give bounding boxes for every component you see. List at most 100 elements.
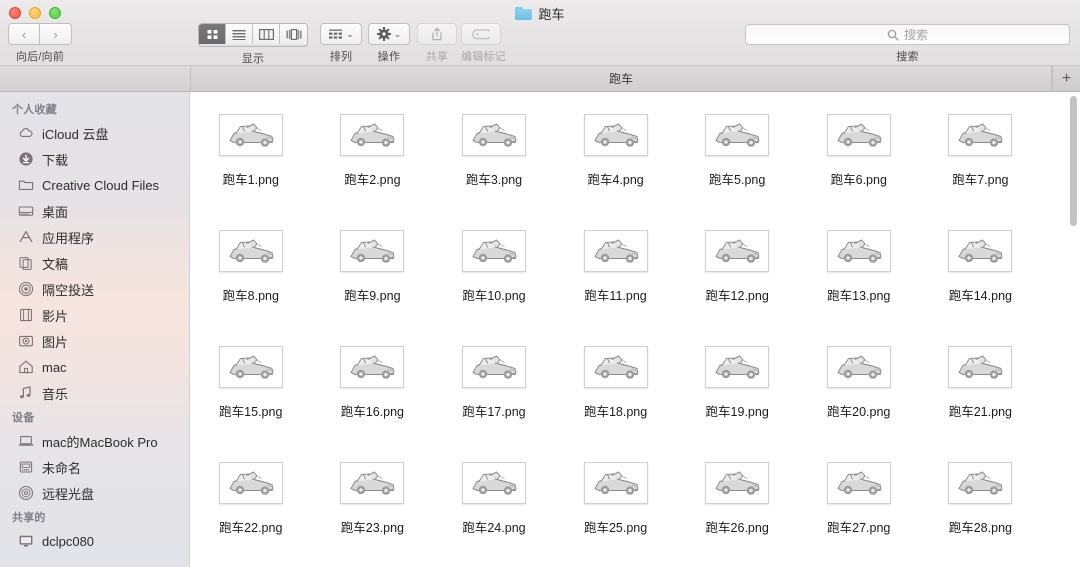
sidebar-item-隔空投送[interactable]: 隔空投送 [0,276,189,302]
file-thumbnail[interactable] [340,230,405,272]
share-button[interactable] [417,23,457,45]
file-thumbnail[interactable] [218,114,283,156]
file-thumbnail[interactable] [826,114,891,156]
file-thumbnail[interactable] [826,230,891,272]
close-button[interactable] [9,7,21,19]
forward-button[interactable]: › [40,23,72,45]
file-name[interactable]: 跑车19.png [706,401,769,420]
file-thumbnail[interactable] [461,114,526,156]
file-name[interactable]: 跑车21.png [949,401,1012,420]
file-thumbnail[interactable] [218,230,283,272]
file-item[interactable]: 跑车6.png [798,102,920,218]
file-name[interactable]: 跑车23.png [341,517,404,536]
action-button[interactable]: ⌄ [368,23,410,45]
file-item[interactable]: 跑车13.png [798,218,920,334]
file-thumbnail[interactable] [461,230,526,272]
edit-tags-button[interactable] [461,23,501,45]
file-name[interactable]: 跑车6.png [831,169,887,188]
gallery-view-button[interactable] [280,24,307,44]
sidebar-item-dclpc080[interactable]: dclpc080 [0,528,189,554]
file-thumbnail[interactable] [218,462,283,504]
file-name[interactable]: 跑车14.png [949,285,1012,304]
file-thumbnail[interactable] [826,462,891,504]
file-name[interactable]: 跑车24.png [462,517,525,536]
file-item[interactable]: 跑车25.png [555,450,677,566]
file-name[interactable]: 跑车11.png [584,285,646,304]
file-name[interactable]: 跑车16.png [341,401,404,420]
file-item[interactable]: 跑车14.png [920,218,1042,334]
file-name[interactable]: 跑车9.png [344,285,400,304]
file-name[interactable]: 跑车22.png [219,517,282,536]
sidebar[interactable]: 个人收藏 iCloud 云盘 下载 Creative Cloud Files 桌面 应用程… [0,92,190,567]
minimize-button[interactable] [29,7,41,19]
file-name[interactable]: 跑车7.png [952,169,1008,188]
file-thumbnail[interactable] [705,114,770,156]
sidebar-item-桌面[interactable]: 桌面 [0,198,189,224]
column-view-button[interactable] [253,24,280,44]
file-name[interactable]: 跑车27.png [827,517,890,536]
sidebar-item-icloud-云盘[interactable]: iCloud 云盘 [0,120,189,146]
file-item[interactable]: 跑车2.png [312,102,434,218]
file-name[interactable]: 跑车12.png [706,285,769,304]
tab-paoche[interactable]: 跑车 [190,66,1052,91]
file-item[interactable]: 跑车20.png [798,334,920,450]
file-thumbnail[interactable] [948,346,1013,388]
file-thumbnail[interactable] [705,462,770,504]
file-thumbnail[interactable] [340,114,405,156]
file-item[interactable]: 跑车4.png [555,102,677,218]
file-name[interactable]: 跑车4.png [587,169,643,188]
file-name[interactable]: 跑车17.png [462,401,525,420]
sidebar-item-mac[interactable]: mac [0,354,189,380]
file-thumbnail[interactable] [583,230,648,272]
sidebar-item-影片[interactable]: 影片 [0,302,189,328]
file-thumbnail[interactable] [705,230,770,272]
file-thumbnail[interactable] [705,346,770,388]
arrange-button[interactable]: ⌄ [320,23,362,45]
back-button[interactable]: ‹ [8,23,40,45]
file-item[interactable]: 跑车22.png [190,450,312,566]
file-thumbnail[interactable] [218,346,283,388]
file-thumbnail[interactable] [948,462,1013,504]
file-item[interactable]: 跑车11.png [555,218,677,334]
sidebar-item-图片[interactable]: 图片 [0,328,189,354]
file-item[interactable]: 跑车17.png [433,334,555,450]
file-item[interactable]: 跑车10.png [433,218,555,334]
file-name[interactable]: 跑车15.png [219,401,282,420]
file-item[interactable]: 跑车16.png [312,334,434,450]
zoom-button[interactable] [49,7,61,19]
file-thumbnail[interactable] [583,346,648,388]
file-name[interactable]: 跑车1.png [223,169,279,188]
file-name[interactable]: 跑车3.png [466,169,522,188]
sidebar-item-下载[interactable]: 下载 [0,146,189,172]
file-name[interactable]: 跑车2.png [344,169,400,188]
vertical-scrollbar[interactable] [1066,92,1080,567]
file-name[interactable]: 跑车18.png [584,401,647,420]
file-name[interactable]: 跑车25.png [584,517,647,536]
sidebar-item-远程光盘[interactable]: 远程光盘 [0,480,189,506]
file-item[interactable]: 跑车24.png [433,450,555,566]
scrollbar-thumb[interactable] [1070,96,1077,226]
file-item[interactable]: 跑车27.png [798,450,920,566]
file-item[interactable]: 跑车7.png [920,102,1042,218]
sidebar-item-音乐[interactable]: 音乐 [0,380,189,406]
file-name[interactable]: 跑车26.png [706,517,769,536]
sidebar-item-应用程序[interactable]: 应用程序 [0,224,189,250]
file-item[interactable]: 跑车18.png [555,334,677,450]
file-thumbnail[interactable] [340,462,405,504]
file-name[interactable]: 跑车13.png [827,285,890,304]
file-item[interactable]: 跑车9.png [312,218,434,334]
file-thumbnail[interactable] [461,346,526,388]
search-input[interactable]: 搜索 [745,24,1070,45]
file-thumbnail[interactable] [583,462,648,504]
file-item[interactable]: 跑车3.png [433,102,555,218]
file-thumbnail[interactable] [461,462,526,504]
file-thumbnail[interactable] [948,230,1013,272]
file-name[interactable]: 跑车10.png [462,285,525,304]
file-item[interactable]: 跑车8.png [190,218,312,334]
file-browser-content[interactable]: 跑车1.png 跑车2.png 跑车3.png 跑车4.png 跑车5.png … [190,92,1080,567]
icon-view-button[interactable] [199,24,226,44]
file-item[interactable]: 跑车5.png [676,102,798,218]
file-item[interactable]: 跑车15.png [190,334,312,450]
file-thumbnail[interactable] [826,346,891,388]
file-name[interactable]: 跑车8.png [223,285,279,304]
